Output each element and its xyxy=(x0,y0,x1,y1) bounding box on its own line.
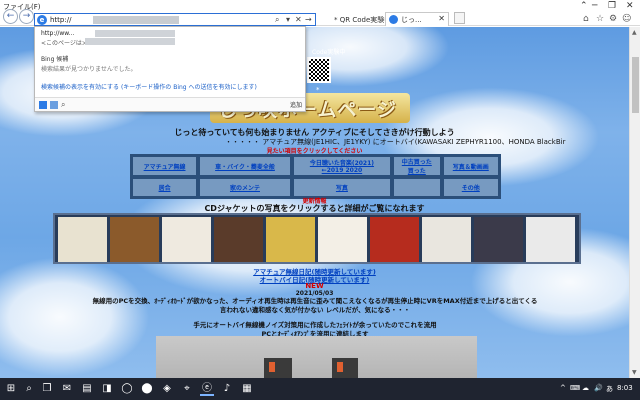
tray-volume-icon[interactable]: 🔊 xyxy=(594,384,603,392)
post-date: 2021/05/03 xyxy=(295,290,334,297)
qr-label: Code実験中 xyxy=(312,49,346,56)
tray-expand-icon[interactable]: ^ xyxy=(560,384,566,392)
app-icon-3[interactable]: ▦ xyxy=(240,382,254,396)
post-paragraph-1: 無線用のPCを交換、ｵｰﾃﾞｨｵｶｰﾄﾞが欲かなった、オーディオ再生時は再生音に… xyxy=(92,297,538,314)
taskbar: ⊞ ⌕ ❒ ✉ ▤ ◨ ◯ ⬤ ◈ ⌖ ⓔ ♪ ▦ ^ ⌨ ☁ 🔊 あ 8:03 xyxy=(0,378,640,400)
ie-taskbar-icon[interactable]: ⓔ xyxy=(200,382,214,396)
clear-icon[interactable]: ✕ xyxy=(295,15,302,24)
search-provider-search-icon[interactable]: ⌕ xyxy=(61,100,65,110)
tray-clock[interactable]: 8:03 xyxy=(617,384,633,392)
nav-photo-video[interactable]: 写真＆動画画 xyxy=(442,156,499,176)
favorites-icon[interactable]: ☆ xyxy=(596,14,604,24)
cd-cover-3[interactable] xyxy=(162,217,211,262)
window-close-icon[interactable]: ✕ xyxy=(626,1,634,11)
no-results-text: 検索結果が見つかりませんでした。 xyxy=(41,66,137,73)
cd-strip xyxy=(53,213,581,264)
nav-other[interactable]: その他 xyxy=(442,178,499,197)
qr-code-image xyxy=(307,57,331,83)
nav-music-today-label[interactable]: 今日聴いた音楽(2021) ←2019 2020 xyxy=(310,160,374,174)
explorer-icon[interactable]: ▤ xyxy=(80,382,94,396)
forward-icon[interactable]: → xyxy=(19,9,34,24)
cd-cover-7[interactable] xyxy=(370,217,419,262)
go-icon[interactable]: → xyxy=(305,15,312,24)
window-restore-up-icon[interactable]: ⌃ xyxy=(580,1,588,11)
photo-device-2 xyxy=(332,358,358,378)
address-suggestions: http://ww... <このページは> Bing 候補 検索結果が見つかりま… xyxy=(34,26,306,112)
post-photo xyxy=(156,336,477,378)
tab-ie-icon xyxy=(389,15,398,24)
cd-cover-8[interactable] xyxy=(422,217,471,262)
new-tab-button[interactable] xyxy=(454,12,465,24)
tab-qr-label: * QR Code実験中 xyxy=(334,16,392,24)
nav-iai[interactable]: 居合 xyxy=(132,178,198,197)
nav-house-maintenance[interactable]: 家のメンテ xyxy=(199,178,291,197)
cd-cover-2[interactable] xyxy=(110,217,159,262)
nav-amateur-radio[interactable]: アマチュア無線 xyxy=(132,156,198,176)
nav-car-bike[interactable]: 車・バイク・蕎麦全般 xyxy=(199,156,291,176)
dropdown-arrow-icon[interactable]: ▾ xyxy=(286,15,290,24)
suggestion-url[interactable]: http://ww... xyxy=(41,30,74,37)
app-icon-1[interactable]: ◈ xyxy=(160,382,174,396)
suggestion-redacted-1 xyxy=(95,30,175,37)
address-url-prefix: http:// xyxy=(50,16,72,24)
chrome-icon[interactable]: ⬤ xyxy=(140,382,154,396)
mail-icon[interactable]: ✉ xyxy=(60,382,74,396)
store-icon[interactable]: ◨ xyxy=(100,382,114,396)
tray-keyboard-icon[interactable]: ⌨ xyxy=(570,384,580,392)
scroll-thumb[interactable] xyxy=(632,57,639,113)
address-bar[interactable]: e http:// ⌕ ▾ ✕ → xyxy=(34,13,316,26)
enable-suggestions-link[interactable]: 検索候補の表示を有効にする (キーボード操作の Bing への送信を有効にします… xyxy=(41,82,257,91)
nav-photo[interactable]: 写真 xyxy=(292,178,392,197)
task-view-icon[interactable]: ❒ xyxy=(40,382,54,396)
nav-music-today[interactable]: 今日聴いた音楽(2021) ←2019 2020 xyxy=(292,156,392,176)
tab-active-label: じっ... xyxy=(401,16,422,24)
nav-table: アマチュア無線 車・バイク・蕎麦全般 今日聴いた音楽(2021) ←2019 2… xyxy=(130,154,501,199)
add-provider-button[interactable]: 追加 xyxy=(290,100,302,109)
cd-cover-6[interactable] xyxy=(318,217,367,262)
tray-network-icon[interactable]: ☁ xyxy=(582,384,589,392)
suggestion-page[interactable]: <このページは> xyxy=(41,38,87,47)
app-icon-2[interactable]: ⌖ xyxy=(180,382,194,396)
search-icon[interactable]: ⌕ xyxy=(275,15,279,25)
nav-empty xyxy=(393,178,441,197)
suggestion-redacted-2 xyxy=(85,38,175,45)
bing-suggestions-label: Bing 候補 xyxy=(41,56,69,63)
tray-ime-icon[interactable]: あ xyxy=(606,384,613,394)
browser-titlebar: ファイル(F) ← → e http:// ⌕ ▾ ✕ → * QR Code実… xyxy=(0,0,640,26)
bing-icon[interactable] xyxy=(39,101,47,109)
nav-used-label[interactable]: 中古買った 買った xyxy=(402,159,432,175)
cd-cover-10[interactable] xyxy=(526,217,575,262)
home-icon[interactable]: ⌂ xyxy=(583,14,589,24)
window-maximize-icon[interactable]: ❐ xyxy=(608,1,616,11)
taskbar-search-icon[interactable]: ⌕ xyxy=(22,382,36,396)
media-icon[interactable]: ♪ xyxy=(220,382,234,396)
search-provider-icon[interactable] xyxy=(50,101,58,109)
cd-cover-5[interactable] xyxy=(266,217,315,262)
address-redacted xyxy=(93,16,179,24)
page-scrollbar[interactable]: ▲ ▼ xyxy=(629,27,640,378)
edge-icon[interactable]: ◯ xyxy=(120,382,134,396)
back-icon[interactable]: ← xyxy=(3,9,18,24)
nav-used-purchases[interactable]: 中古買った 買った xyxy=(393,156,441,176)
feedback-smiley-icon[interactable]: ☺ xyxy=(622,14,631,24)
scroll-down-icon[interactable]: ▼ xyxy=(632,369,637,376)
window-minimize-icon[interactable]: ─ xyxy=(592,1,597,11)
new-label: NEW xyxy=(305,282,324,290)
ie-icon: e xyxy=(37,15,47,25)
scroll-up-icon[interactable]: ▲ xyxy=(632,29,637,36)
start-icon[interactable]: ⊞ xyxy=(4,382,18,396)
cd-cover-1[interactable] xyxy=(58,217,107,262)
cd-cover-4[interactable] xyxy=(214,217,263,262)
tab-close-icon[interactable]: ✕ xyxy=(438,14,445,23)
search-provider-bar: ⌕ 追加 xyxy=(35,97,305,111)
settings-gear-icon[interactable]: ⚙ xyxy=(609,14,617,24)
photo-device-1 xyxy=(264,358,292,378)
tab-active[interactable]: じっ... ✕ xyxy=(385,12,449,26)
cd-cover-9[interactable] xyxy=(474,217,523,262)
